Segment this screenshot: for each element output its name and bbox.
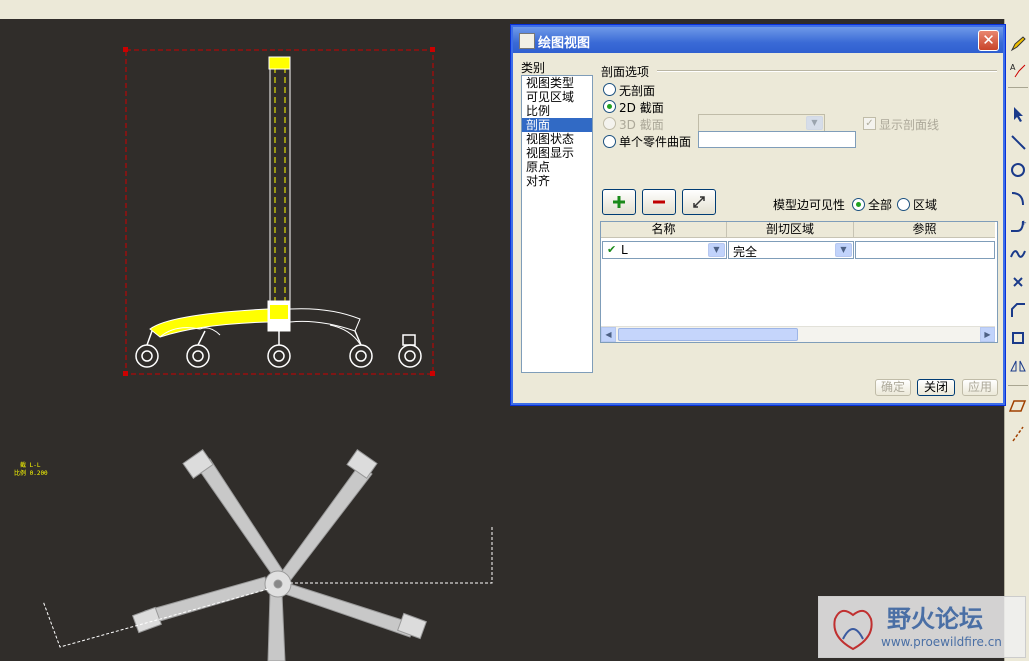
add-section-button[interactable]	[602, 189, 636, 215]
rectangle-icon[interactable]	[1007, 327, 1029, 349]
svg-text:A: A	[1010, 63, 1016, 72]
forum-watermark: 野火论坛 www.proewildfire.cn	[818, 596, 1026, 658]
scroll-left-icon[interactable]: ◀	[601, 327, 616, 342]
sketch-toolbar: A +	[1004, 19, 1029, 661]
check-icon: ✔	[607, 243, 617, 256]
category-origin[interactable]: 原点	[522, 160, 592, 174]
radio-3d-section	[603, 117, 616, 130]
stand-pole	[269, 63, 291, 305]
parallelogram-icon[interactable]	[1007, 395, 1029, 417]
column-header-cut-area[interactable]: 剖切区域	[727, 222, 854, 238]
column-header-name[interactable]: 名称	[601, 222, 727, 238]
column-header-reference[interactable]: 参照	[854, 222, 995, 238]
category-view-state[interactable]: 视图状态	[522, 132, 592, 146]
apply-button[interactable]: 应用	[962, 379, 998, 396]
edge-visibility-label: 模型边可见性	[773, 198, 846, 212]
radio-2d-section[interactable]	[603, 100, 616, 113]
circle-icon[interactable]	[1007, 159, 1029, 181]
chamfer-icon[interactable]	[1007, 299, 1029, 321]
watermark-url: www.proewildfire.cn	[881, 635, 1002, 649]
dashed-line-icon[interactable]	[1007, 423, 1029, 445]
radio-no-section[interactable]	[603, 83, 616, 96]
radio-single-part-surface-label: 单个零件曲面	[619, 135, 692, 149]
drawing-view-dialog: 绘图视图 ✕ 类别 视图类型 可见区域 比例 剖面 视图状态 视图显示 原点 对…	[510, 24, 1006, 406]
radio-edge-area[interactable]	[897, 198, 910, 211]
radio-3d-section-label: 3D 截面	[619, 118, 664, 132]
close-icon[interactable]: ✕	[978, 30, 999, 51]
top-toolbar-strip	[0, 0, 1029, 20]
arc-icon[interactable]	[1007, 187, 1029, 209]
table-row[interactable]: ✔ L ▼ 完全 ▼	[601, 240, 995, 260]
category-scale[interactable]: 比例	[522, 104, 592, 118]
dialog-title: 绘图视图	[538, 36, 591, 51]
section-options-label: 剖面选项	[601, 65, 650, 79]
spline-icon[interactable]	[1007, 243, 1029, 265]
row-area-value: 完全	[733, 245, 758, 259]
fillet-icon[interactable]: +	[1007, 215, 1029, 237]
row-reference-field[interactable]	[855, 241, 995, 259]
single-part-surface-input[interactable]	[698, 131, 856, 148]
3d-section-dropdown: ▼	[698, 114, 825, 132]
ok-button[interactable]: 确定	[875, 379, 911, 396]
window-icon	[519, 33, 535, 49]
select-arrow-icon[interactable]	[1007, 103, 1029, 125]
radio-edge-full[interactable]	[852, 198, 865, 211]
show-hatch-checkbox: ✓	[863, 117, 876, 130]
point-icon[interactable]	[1007, 271, 1029, 293]
mirror-icon[interactable]	[1007, 355, 1029, 377]
category-visible-area[interactable]: 可见区域	[522, 90, 592, 104]
text-edit-icon[interactable]: A	[1007, 59, 1029, 81]
category-list[interactable]: 视图类型 可见区域 比例 剖面 视图状态 视图显示 原点 对齐	[521, 75, 593, 373]
radio-2d-section-label: 2D 截面	[619, 101, 664, 115]
category-label: 类别	[521, 61, 546, 75]
show-hatch-label: 显示剖面线	[879, 118, 940, 132]
dialog-titlebar[interactable]: 绘图视图 ✕	[513, 27, 1003, 53]
remove-section-button[interactable]	[642, 189, 676, 215]
row-name-dropdown[interactable]: ✔ L ▼	[602, 241, 727, 259]
pole-clamp	[268, 56, 291, 70]
row-area-dropdown[interactable]: 完全 ▼	[728, 241, 854, 259]
category-view-display[interactable]: 视图显示	[522, 146, 592, 160]
radio-no-section-label: 无剖面	[619, 84, 656, 98]
row-name-value: L	[621, 243, 628, 257]
horizontal-scrollbar[interactable]: ◀ ▶	[601, 326, 995, 342]
forum-logo-icon	[833, 609, 873, 651]
scroll-thumb[interactable]	[618, 328, 798, 341]
pencil-icon[interactable]	[1007, 33, 1029, 55]
category-sections[interactable]: 剖面	[522, 118, 592, 132]
flip-section-button[interactable]	[682, 189, 716, 215]
watermark-title: 野火论坛	[887, 604, 983, 633]
top-view-base	[132, 449, 427, 661]
close-button[interactable]: 关闭	[917, 379, 955, 396]
svg-text:+: +	[1021, 219, 1027, 227]
chevron-down-icon[interactable]: ▼	[835, 243, 852, 257]
section-table: 名称 剖切区域 参照 ✔ L ▼ 完全 ▼ ◀ ▶	[600, 221, 998, 343]
radio-edge-full-label: 全部	[868, 198, 893, 212]
scroll-right-icon[interactable]: ▶	[980, 327, 995, 342]
section-label-1: 截 L-L	[20, 461, 41, 469]
radio-edge-area-label: 区域	[913, 198, 938, 212]
category-alignment[interactable]: 对齐	[522, 174, 592, 188]
casters	[135, 330, 422, 368]
category-view-type[interactable]: 视图类型	[522, 76, 592, 90]
chevron-down-icon[interactable]: ▼	[708, 243, 725, 257]
radio-single-part-surface[interactable]	[603, 135, 616, 148]
base-section	[149, 300, 361, 345]
section-label-2: 比例 0.200	[14, 469, 48, 477]
line-icon[interactable]	[1007, 131, 1029, 153]
